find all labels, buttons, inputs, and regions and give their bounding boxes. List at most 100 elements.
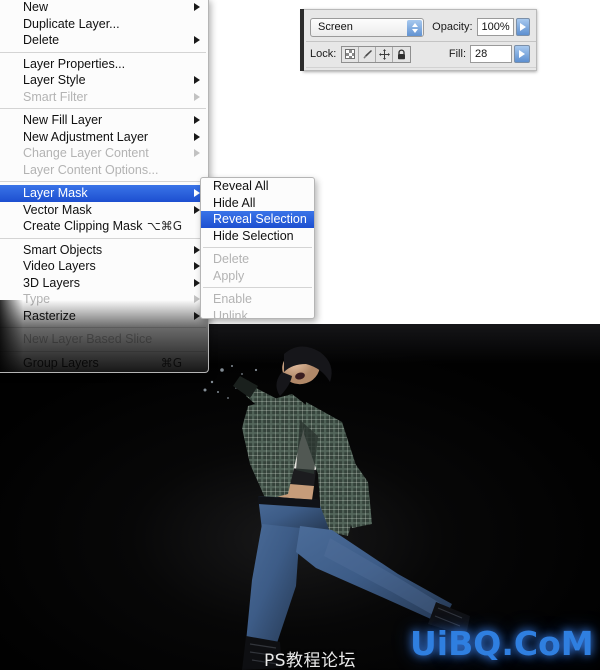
menu-item-label: Layer Mask [23, 186, 88, 201]
menu-item-enable: Enable [201, 291, 314, 308]
brush-icon [363, 49, 372, 59]
menu-item-label: Hide Selection [213, 228, 294, 243]
menu-separator [0, 350, 206, 352]
menu-item-shortcut: ⇧⌘G [151, 371, 200, 372]
menu-item-duplicate-layer[interactable]: Duplicate Layer... [0, 16, 208, 33]
lock-position-button[interactable] [376, 46, 394, 62]
menu-item-unlink: Unlink [201, 308, 314, 319]
menu-separator [203, 287, 312, 288]
submenu-arrow-icon [194, 76, 200, 85]
menu-item-group-layers[interactable]: Group Layers ⌘G [0, 355, 208, 372]
menu-item-reveal-selection[interactable]: Reveal Selection [201, 211, 314, 228]
menu-item-label: 3D Layers [23, 275, 80, 290]
menu-item-create-clipping-mask[interactable]: Create Clipping Mask ⌥⌘G [0, 218, 208, 235]
screenshot-root: PS教程论坛 BBS. 16XX8. COM UiBQ.CoM Screen O… [0, 0, 600, 670]
menu-item-new-fill-layer[interactable]: New Fill Layer [0, 112, 208, 129]
menu-item-label: Video Layers [23, 259, 96, 274]
menu-item-shortcut: ⌥⌘G [146, 219, 182, 234]
menu-item-label: Change Layer Content [23, 146, 149, 161]
menu-item-label: Group Layers [23, 355, 99, 370]
submenu-arrow-icon [194, 3, 200, 12]
submenu-arrow-icon [194, 92, 200, 101]
menu-item-label: Layer Style [23, 73, 86, 88]
jumping-person-photo [203, 346, 470, 670]
menu-item-ungroup-layers: Ungroup Layers ⇧⌘G [0, 371, 208, 372]
menu-item-layer-content-options: Layer Content Options... [0, 162, 208, 179]
menu-item-label: Enable [213, 292, 252, 307]
menu-item-label: Vector Mask [23, 202, 92, 217]
layers-panel-blend-row: Screen Opacity: 100% [304, 14, 536, 40]
layer-menu[interactable]: New Duplicate Layer... Delete Layer Propert… [0, 0, 209, 373]
lock-image-pixels-button[interactable] [359, 46, 377, 62]
layer-mask-submenu[interactable]: Reveal All Hide All Reveal Selection Hide S… [200, 177, 315, 319]
menu-item-new-adjustment-layer[interactable]: New Adjustment Layer [0, 129, 208, 146]
menu-item-smart-filter: Smart Filter [0, 89, 208, 106]
menu-item-new-layer-based-slice: New Layer Based Slice [0, 331, 208, 348]
submenu-arrow-icon [194, 132, 200, 141]
menu-item-label: Duplicate Layer... [23, 16, 120, 31]
menu-item-label: New Adjustment Layer [23, 129, 149, 144]
menu-item-label: Unlink [213, 308, 248, 319]
menu-item-shortcut: ⌘G [160, 355, 182, 370]
menu-item-label: Ungroup Layers [23, 371, 112, 372]
menu-item-label: Reveal Selection [213, 212, 307, 227]
menu-separator [0, 51, 206, 53]
submenu-arrow-icon [194, 116, 200, 125]
blend-mode-value: Screen [318, 20, 353, 33]
menu-item-rasterize[interactable]: Rasterize [0, 308, 208, 325]
menu-item-label: Delete [213, 252, 250, 267]
menu-item-label: Create Clipping Mask [23, 219, 143, 234]
menu-item-label: New Fill Layer [23, 113, 103, 128]
menu-separator [0, 237, 206, 239]
menu-item-label: Layer Content Options... [23, 162, 159, 177]
menu-item-label: Type [23, 292, 51, 307]
opacity-label: Opacity: [432, 21, 473, 33]
menu-separator [0, 181, 206, 182]
lock-label: Lock: [310, 48, 337, 60]
menu-item-video-layers[interactable]: Video Layers [0, 258, 208, 275]
menu-item-type: Type [0, 291, 208, 308]
menu-item-hide-selection[interactable]: Hide Selection [201, 228, 314, 245]
menu-item-smart-objects[interactable]: Smart Objects [0, 242, 208, 259]
menu-item-hide-all[interactable]: Hide All [201, 195, 314, 212]
lock-transparent-pixels-button[interactable] [342, 46, 360, 62]
chevron-updown-icon[interactable] [407, 19, 423, 36]
site-logo: UiBQ.CoM [410, 624, 594, 663]
fill-label: Fill: [448, 48, 466, 60]
fill-input[interactable]: 28 [470, 45, 512, 63]
layers-panel-lock-row: Lock: Fill: 28 [304, 41, 536, 67]
menu-item-label: Rasterize [23, 308, 76, 323]
menu-item-label: Delete [23, 33, 60, 48]
lock-all-button[interactable] [393, 46, 411, 62]
menu-item-apply: Apply [201, 268, 314, 285]
menu-item-layer-mask[interactable]: Layer Mask [0, 185, 208, 202]
menu-separator [203, 247, 312, 248]
menu-item-label: New Layer Based Slice [23, 332, 153, 347]
menu-item-label: New [23, 0, 49, 15]
menu-item-label: Reveal All [213, 179, 269, 194]
submenu-arrow-icon [194, 36, 200, 45]
menu-item-layer-properties[interactable]: Layer Properties... [0, 56, 208, 73]
menu-item-delete[interactable]: Delete [0, 32, 208, 49]
checkerboard-icon [345, 49, 356, 59]
menu-item-label: Smart Objects [23, 242, 103, 257]
menu-item-label: Hide All [213, 195, 256, 210]
opacity-stepper-button[interactable] [515, 18, 530, 36]
photo-canvas[interactable]: PS教程论坛 BBS. 16XX8. COM [0, 324, 600, 670]
menu-item-label: Apply [213, 268, 245, 283]
fill-stepper-button[interactable] [514, 45, 530, 63]
menu-item-change-layer-content: Change Layer Content [0, 145, 208, 162]
layers-panel: Screen Opacity: 100% Lock: Fill: 28 [300, 9, 537, 71]
opacity-input[interactable]: 100% [476, 18, 514, 36]
menu-separator [0, 108, 206, 109]
blend-mode-select[interactable]: Screen [310, 17, 425, 37]
lock-icon [398, 48, 406, 59]
panel-bottom-divider [306, 67, 536, 68]
menu-item-3d-layers[interactable]: 3D Layers [0, 275, 208, 292]
lock-button-group [341, 45, 412, 63]
menu-item-delete: Delete [201, 251, 314, 268]
menu-item-new[interactable]: New [0, 0, 208, 16]
menu-item-reveal-all[interactable]: Reveal All [201, 178, 314, 195]
menu-item-layer-style[interactable]: Layer Style [0, 72, 208, 89]
menu-item-vector-mask[interactable]: Vector Mask [0, 202, 208, 219]
